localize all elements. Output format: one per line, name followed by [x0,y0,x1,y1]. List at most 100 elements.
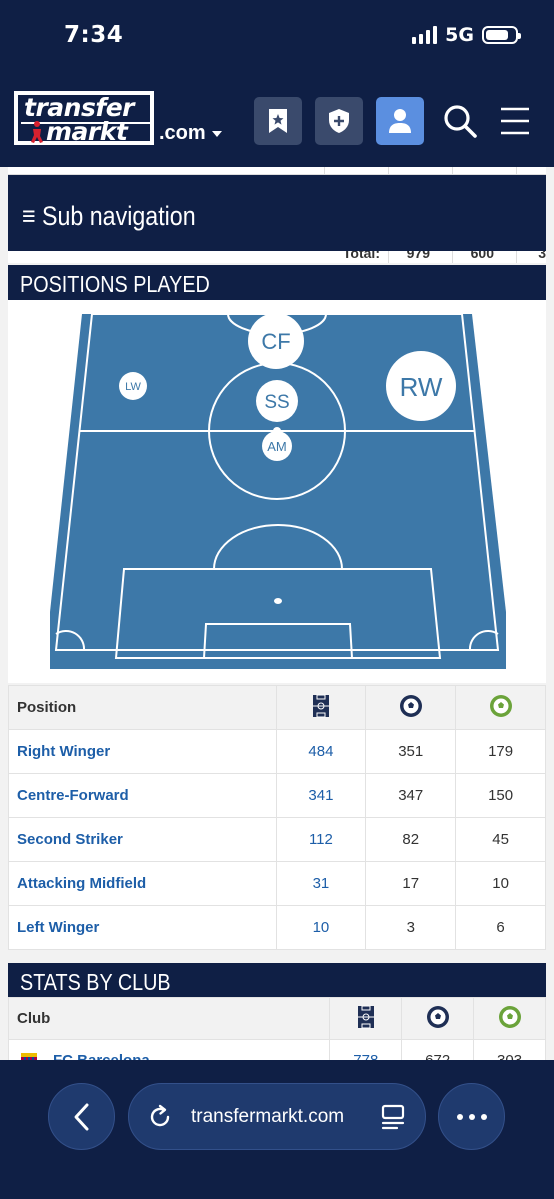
total-label: Total: [342,251,380,261]
marker-rw: RW [386,351,456,421]
position-name-link[interactable]: Attacking Midfield [8,861,277,906]
assists-value: 6 [455,905,546,950]
positions-played-header: POSITIONS PLAYED [8,265,546,301]
table-row: Centre-Forward 341 347 150 [8,773,546,818]
watchlist-button[interactable] [254,97,302,145]
marker-am-label: AM [267,439,287,454]
total-apps: 979 [406,251,430,261]
table-row: Left Winger 10 3 6 [8,905,546,950]
marker-ss-label: SS [264,392,289,413]
goals-value: 82 [365,817,457,862]
column-appearances[interactable] [275,685,367,730]
football-assists-icon [498,1005,521,1028]
club-name-link[interactable]: FC Barcelona [7,1039,331,1060]
bookmark-star-icon [269,109,287,133]
column-goals[interactable] [365,685,457,730]
club-stats-table: Club [7,997,546,1060]
table-row: Attacking Midfield 31 17 10 [8,861,546,906]
status-indicators: 5G [412,24,521,46]
reload-icon[interactable] [147,1104,173,1130]
logo-text-markt: markt [46,117,128,146]
appearances-link[interactable]: 112 [275,817,367,862]
column-appearances[interactable] [329,997,403,1040]
marker-ss: SS [256,380,298,422]
positions-table: Position Right Winger 484 351 179 Centre… [8,685,546,950]
assists-value: 45 [455,817,546,862]
marker-am: AM [262,431,292,461]
column-assists[interactable] [455,685,546,730]
club-name: FC Barcelona [53,1052,150,1060]
goals-value: 672 [401,1039,475,1060]
pitch-appearances-icon [357,1005,374,1028]
battery-icon [482,26,521,44]
column-position: Position [8,685,277,730]
hamburger-menu-icon [501,107,529,135]
column-assists[interactable] [473,997,546,1040]
goals-value: 3 [365,905,457,950]
marker-lw: LW [119,372,147,400]
total-goals: 600 [470,251,494,261]
browser-toolbar: transfermarkt.com [0,1060,554,1199]
chevron-down-icon [211,130,222,137]
table-row: Right Winger 484 351 179 [8,729,546,774]
domain-label: .com [159,122,206,144]
marker-cf-label: CF [261,329,290,354]
profile-button[interactable] [376,97,424,145]
reader-mode-icon[interactable] [381,1104,405,1130]
sub-navigation-label: ≡ Sub navigation [22,201,196,231]
assists-value: 303 [473,1039,546,1060]
more-dots-icon [456,1113,487,1120]
positions-pitch: CF LW SS RW AM [8,300,546,683]
assists-value: 179 [455,729,546,774]
appearances-link[interactable]: 10 [275,905,367,950]
goals-value: 17 [365,861,457,906]
appearances-link[interactable]: 484 [275,729,367,774]
back-button[interactable] [48,1083,115,1150]
search-icon [444,105,477,138]
domain-selector[interactable]: .com [159,122,222,145]
appearances-link[interactable]: 341 [275,773,367,818]
club-shield-button[interactable] [315,97,363,145]
user-icon [389,109,411,133]
total-assists: 3 [538,251,546,261]
positions-played-title: POSITIONS PLAYED [20,271,210,297]
club-crest-icon [21,1053,37,1060]
status-time: 7:34 [64,22,124,48]
table-row: FC Barcelona 778 672 303 [7,1039,546,1060]
position-name-link[interactable]: Left Winger [8,905,277,950]
stats-by-club-title: STATS BY CLUB [20,969,171,995]
football-assists-icon [489,694,512,717]
sub-navigation-bar[interactable]: ≡ Sub navigation [8,175,546,251]
position-name-link[interactable]: Centre-Forward [8,773,277,818]
status-bar: 7:34 5G [0,0,554,75]
positions-table-header: Position [8,685,546,730]
table-remnant-top [8,167,546,175]
football-goals-icon [399,694,422,717]
pitch-graphic: CF LW SS RW AM [50,313,506,669]
appearances-link[interactable]: 31 [275,861,367,906]
search-button[interactable] [440,101,480,141]
football-goals-icon [426,1005,449,1028]
marker-lw-label: LW [125,381,141,393]
column-club: Club [7,997,331,1040]
marker-cf: CF [248,313,304,369]
appearances-link[interactable]: 778 [329,1039,403,1060]
column-goals[interactable] [401,997,475,1040]
url-text: transfermarkt.com [191,1106,345,1127]
more-options-button[interactable] [438,1083,505,1150]
shield-plus-icon [329,109,349,133]
club-table-header: Club [7,997,546,1040]
stats-by-club-header: STATS BY CLUB [8,963,546,999]
site-logo[interactable]: transfer markt [14,91,154,146]
signal-icon [412,26,438,44]
address-bar[interactable]: transfermarkt.com [128,1083,426,1150]
pitch-appearances-icon [312,694,329,717]
table-remnant-total: Total: 979 600 3 [8,251,546,263]
menu-button[interactable] [495,101,535,141]
table-row: Second Striker 112 82 45 [8,817,546,862]
goals-value: 347 [365,773,457,818]
goals-value: 351 [365,729,457,774]
position-name-link[interactable]: Right Winger [8,729,277,774]
position-name-link[interactable]: Second Striker [8,817,277,862]
assists-value: 10 [455,861,546,906]
